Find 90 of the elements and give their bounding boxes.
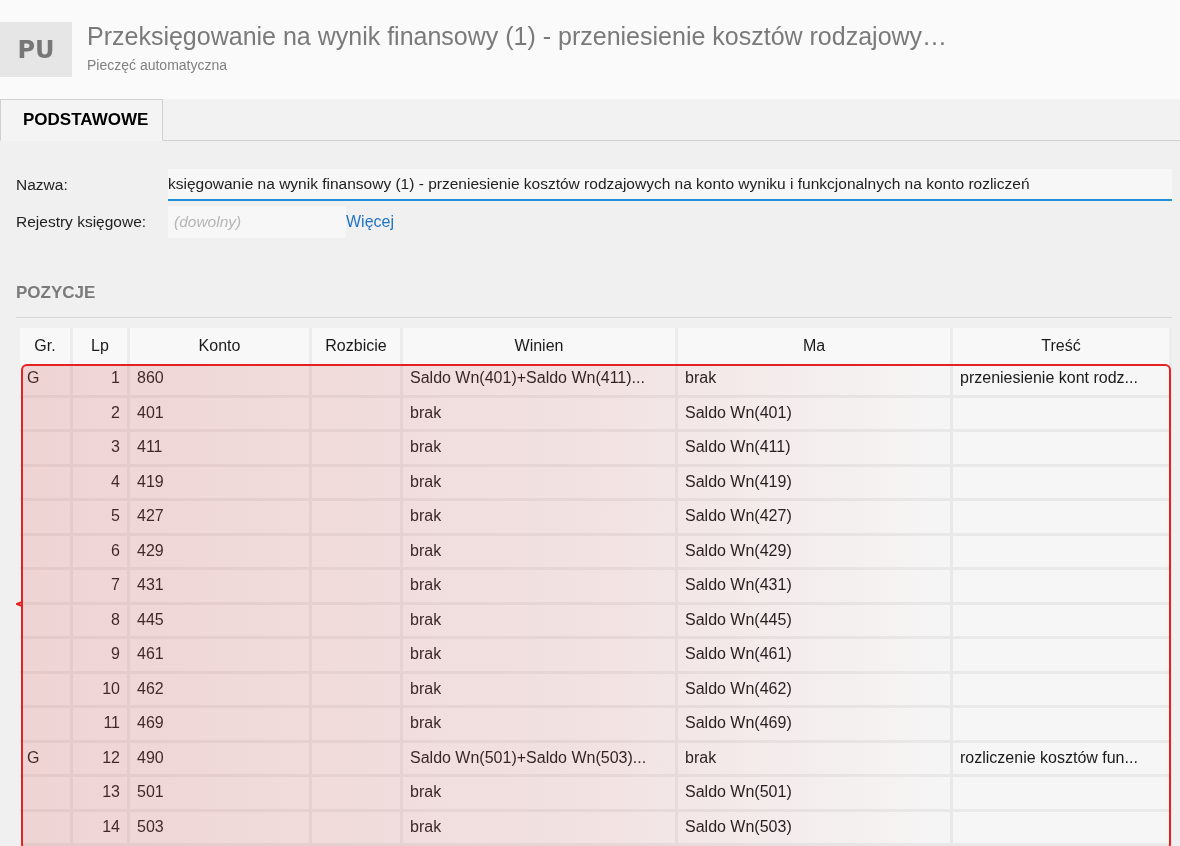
table-cell: 6: [73, 535, 130, 570]
table-cell: [20, 604, 73, 639]
table-cell: [20, 673, 73, 708]
table-cell: brak: [403, 570, 678, 605]
field-label: Rejestry księgowe:: [16, 213, 148, 232]
table-cell: brak: [403, 811, 678, 846]
table-cell: 429: [130, 535, 312, 570]
column-header[interactable]: Lp: [73, 328, 130, 363]
table-cell: brak: [403, 535, 678, 570]
table-cell: Saldo Wn(462): [678, 673, 953, 708]
table-cell: [20, 708, 73, 743]
column-header[interactable]: Konto: [130, 328, 312, 363]
table-cell: brak: [403, 466, 678, 501]
table-cell: brak: [403, 673, 678, 708]
table-cell: [20, 811, 73, 846]
table-cell: 5: [73, 501, 130, 536]
column-header[interactable]: Rozbicie: [312, 328, 403, 363]
table-cell: Saldo Wn(461): [678, 639, 953, 674]
name-field[interactable]: księgowanie na wynik finansowy (1) - przeniesienie kosztów rodzajowych na konto wyniku i funkcjonalnych na konto rozliczeń: [168, 169, 1172, 202]
table-cell: 11: [73, 708, 130, 743]
table-cell: 4: [73, 466, 130, 501]
table-cell: Saldo Wn(401): [678, 397, 953, 432]
field-label: Nazwa:: [16, 176, 69, 195]
table-cell: 860: [130, 363, 312, 398]
table-cell: Saldo Wn(503): [678, 811, 953, 846]
table-cell: [20, 639, 73, 674]
table-cell: brak: [403, 708, 678, 743]
table-cell: brak: [403, 777, 678, 812]
table-cell: Saldo Wn(427): [678, 501, 953, 536]
table-cell: G: [20, 363, 73, 398]
more-link[interactable]: Więcej: [346, 213, 394, 232]
table-cell: brak: [678, 742, 953, 777]
table-cell: przeniesienie kont rodz...: [953, 363, 1172, 398]
table-cell: 461: [130, 639, 312, 674]
table-cell: 7: [73, 570, 130, 605]
table-cell: 411: [130, 432, 312, 467]
document-type-badge: PU: [0, 22, 72, 77]
window-subtitle: Pieczęć automatyczna: [87, 57, 229, 73]
table-cell: [20, 570, 73, 605]
table-cell: 445: [130, 604, 312, 639]
tab[interactable]: PODSTAWOWE: [0, 99, 164, 142]
table-cell: 427: [130, 501, 312, 536]
table-cell: 462: [130, 673, 312, 708]
table-cell: 401: [130, 397, 312, 432]
table-cell: [20, 432, 73, 467]
table-cell: Saldo Wn(431): [678, 570, 953, 605]
table-cell: 490: [130, 742, 312, 777]
registers-field[interactable]: (dowolny): [168, 206, 346, 239]
table-cell: 501: [130, 777, 312, 812]
bracket-notch-icon: [16, 598, 22, 610]
table-cell: brak: [403, 432, 678, 467]
table-cell: Saldo Wn(445): [678, 604, 953, 639]
table-cell: 12: [73, 742, 130, 777]
table-cell: 503: [130, 811, 312, 846]
table-cell: 1: [73, 363, 130, 398]
section-title: POZYCJE: [16, 283, 97, 304]
column-header[interactable]: Ma: [678, 328, 953, 363]
table-cell: Saldo Wn(429): [678, 535, 953, 570]
window-title: Przeksięgowanie na wynik finansowy (1) - przeniesienie kosztów rodzajowy…: [87, 22, 948, 51]
table-cell: 10: [73, 673, 130, 708]
table-cell: 419: [130, 466, 312, 501]
table-cell: brak: [403, 604, 678, 639]
table-cell: G: [20, 742, 73, 777]
table-cell: brak: [403, 397, 678, 432]
table-cell: 8: [73, 604, 130, 639]
table-cell: 2: [73, 397, 130, 432]
table-cell: 9: [73, 639, 130, 674]
table-cell: 14: [73, 811, 130, 846]
table-cell: Saldo Wn(411): [678, 432, 953, 467]
table-cell: [20, 466, 73, 501]
table-cell: Saldo Wn(419): [678, 466, 953, 501]
table-cell: Saldo Wn(401)+Saldo Wn(411)...: [403, 363, 678, 398]
table-cell: brak: [678, 363, 953, 398]
table-cell: [20, 535, 73, 570]
table-cell: [20, 777, 73, 812]
column-header[interactable]: Winien: [403, 328, 678, 363]
table-cell: Saldo Wn(501): [678, 777, 953, 812]
table-cell: brak: [403, 639, 678, 674]
table-cell: rozliczenie kosztów fun...: [953, 742, 1172, 777]
column-header[interactable]: Treść: [953, 328, 1172, 363]
table-cell: [20, 501, 73, 536]
table-cell: Saldo Wn(469): [678, 708, 953, 743]
table-cell: 431: [130, 570, 312, 605]
column-header[interactable]: Gr.: [20, 328, 73, 363]
table-cell: [20, 397, 73, 432]
table-cell: Saldo Wn(501)+Saldo Wn(503)...: [403, 742, 678, 777]
table-cell: 13: [73, 777, 130, 812]
table-cell: brak: [403, 501, 678, 536]
table-cell: 3: [73, 432, 130, 467]
table-cell: 469: [130, 708, 312, 743]
